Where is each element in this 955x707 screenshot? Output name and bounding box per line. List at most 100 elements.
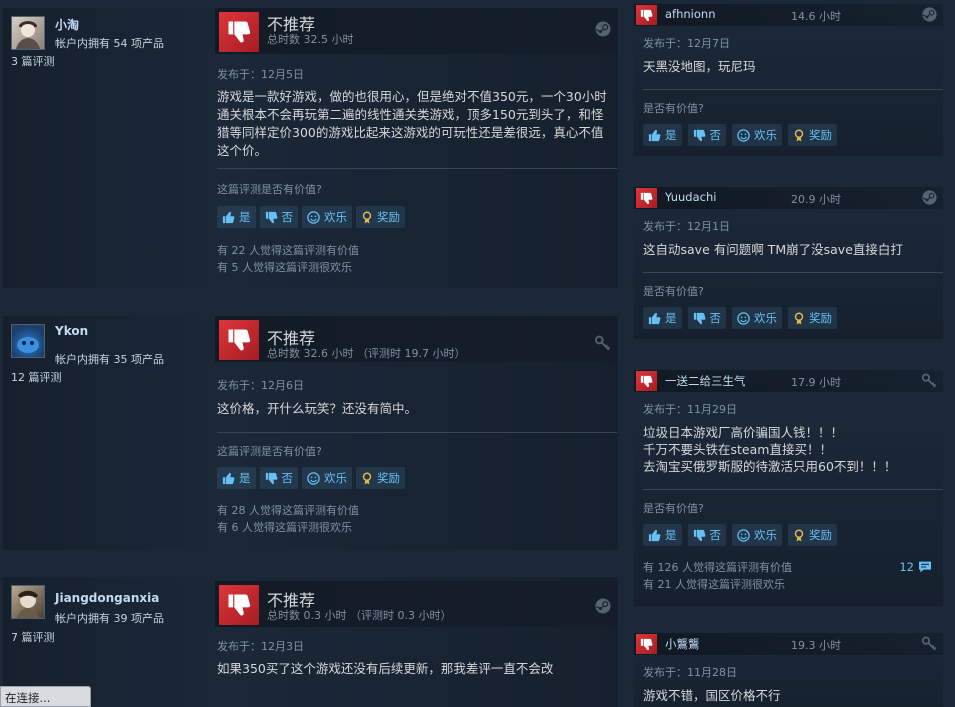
award-button[interactable]: 奖励 bbox=[788, 307, 837, 329]
thumb-up-icon bbox=[647, 311, 662, 326]
smile-icon bbox=[736, 528, 751, 543]
side-author-name[interactable]: 小鸗鸗 bbox=[665, 636, 700, 652]
avatar[interactable] bbox=[11, 16, 45, 50]
status-bar: 在连接... bbox=[0, 686, 91, 707]
helpful-count: 有 126 人觉得这篇评测有价值 bbox=[643, 561, 792, 574]
smile-icon bbox=[736, 128, 751, 143]
side-review-card: 一送二给三生气 17.9 小时 发布于：11月29日 垃圾日本游戏厂高价骗国人钱… bbox=[634, 370, 943, 606]
award-button[interactable]: 奖励 bbox=[356, 467, 405, 489]
vote-buttons: 是 否 欢乐 奖励 bbox=[643, 307, 837, 329]
posted-date: 发布于：12月3日 bbox=[217, 640, 304, 653]
author-name[interactable]: Jiangdonganxia bbox=[55, 591, 159, 605]
vote-yes-button[interactable]: 是 bbox=[217, 467, 256, 489]
vote-buttons: 是 否 欢乐 奖励 bbox=[643, 524, 837, 546]
vote-no-button[interactable]: 否 bbox=[687, 524, 726, 546]
smile-icon bbox=[736, 311, 751, 326]
helpful-question: 是否有价值? bbox=[643, 502, 704, 515]
helpful-question: 这篇评测是否有价值? bbox=[217, 183, 322, 196]
vote-funny-button[interactable]: 欢乐 bbox=[732, 307, 782, 329]
side-review-header[interactable]: afhnionn 14.6 小时 bbox=[634, 4, 943, 26]
thumb-down-icon bbox=[264, 471, 279, 486]
author-products[interactable]: 帐户内拥有 39 项产品 bbox=[55, 610, 164, 626]
vote-no-label: 否 bbox=[281, 471, 294, 485]
vote-funny-button[interactable]: 欢乐 bbox=[732, 524, 782, 546]
side-review-card: Yuudachi 20.9 小时 发布于：12月1日 这自动save 有问题啊 … bbox=[634, 187, 943, 339]
vote-funny-button[interactable]: 欢乐 bbox=[732, 124, 782, 146]
vote-no-button[interactable]: 否 bbox=[687, 307, 726, 329]
vote-funny-button[interactable]: 欢乐 bbox=[302, 467, 352, 489]
review-stats: 有 28 人觉得这篇评测有价值 有 6 人觉得这篇评测很欢乐 bbox=[217, 502, 359, 536]
helpful-question: 是否有价值? bbox=[643, 285, 704, 298]
thumb-up-icon bbox=[221, 210, 236, 225]
vote-no-label: 否 bbox=[709, 528, 722, 542]
divider bbox=[643, 272, 943, 273]
author-products[interactable]: 帐户内拥有 35 项产品 bbox=[55, 351, 164, 367]
author-review-count[interactable]: 3 篇评测 bbox=[11, 53, 55, 69]
vote-funny-label: 欢乐 bbox=[754, 311, 777, 325]
side-playtime: 19.3 小时 bbox=[791, 639, 841, 652]
helpful-count: 有 28 人觉得这篇评测有价值 bbox=[217, 504, 359, 517]
side-review-header[interactable]: Yuudachi 20.9 小时 bbox=[634, 187, 943, 209]
side-review-content: 游戏不错，国区价格不行 bbox=[643, 688, 781, 703]
author-review-count[interactable]: 12 篇评测 bbox=[11, 369, 62, 385]
smile-icon bbox=[306, 210, 321, 225]
thumb-down-icon bbox=[219, 320, 259, 360]
side-playtime: 14.6 小时 bbox=[791, 10, 841, 23]
author-review-count[interactable]: 7 篇评测 bbox=[11, 629, 55, 645]
author-name[interactable]: Ykon bbox=[55, 324, 88, 338]
vote-no-button[interactable]: 否 bbox=[259, 467, 298, 489]
side-review-header[interactable]: 一送二给三生气 17.9 小时 bbox=[634, 370, 943, 392]
review-card: Jiangdonganxia 帐户内拥有 39 项产品 7 篇评测 不推荐 总时… bbox=[3, 577, 618, 707]
side-review-content: 天黑没地图，玩尼玛 bbox=[643, 59, 756, 74]
vote-buttons: 是 否 欢乐 奖励 bbox=[217, 206, 405, 228]
funny-count: 有 21 人觉得这篇评测很欢乐 bbox=[643, 578, 785, 591]
vote-yes-label: 是 bbox=[665, 528, 677, 542]
vote-funny-label: 欢乐 bbox=[754, 128, 777, 142]
award-icon bbox=[360, 210, 374, 225]
thumb-down-icon bbox=[264, 210, 279, 225]
vote-header[interactable]: 不推荐 总时数 0.3 小时 （评测时 0.3 小时） bbox=[215, 581, 618, 627]
award-button[interactable]: 奖励 bbox=[788, 124, 837, 146]
review-card: Ykon 帐户内拥有 35 项产品 12 篇评测 不推荐 总时数 32.6 小时… bbox=[3, 316, 618, 550]
side-review-header[interactable]: 小鸗鸗 19.3 小时 bbox=[634, 633, 943, 655]
vote-yes-label: 是 bbox=[665, 128, 677, 142]
side-posted-date: 发布于：12月7日 bbox=[643, 37, 730, 50]
author-products[interactable]: 帐户内拥有 54 项产品 bbox=[55, 35, 164, 51]
vote-funny-label: 欢乐 bbox=[324, 471, 347, 485]
side-author-name[interactable]: Yuudachi bbox=[665, 190, 716, 204]
funny-count: 有 6 人觉得这篇评测很欢乐 bbox=[217, 521, 352, 534]
award-button[interactable]: 奖励 bbox=[788, 524, 837, 546]
avatar[interactable] bbox=[11, 324, 45, 358]
vote-header[interactable]: 不推荐 总时数 32.5 小时 bbox=[215, 8, 618, 54]
author-name[interactable]: 小淘 bbox=[55, 16, 79, 33]
side-author-name[interactable]: 一送二给三生气 bbox=[665, 373, 746, 389]
side-posted-date: 发布于：12月1日 bbox=[643, 220, 730, 233]
thumb-up-icon bbox=[647, 528, 662, 543]
vote-funny-button[interactable]: 欢乐 bbox=[302, 206, 352, 228]
posted-date: 发布于：12月5日 bbox=[217, 68, 304, 81]
key-icon bbox=[921, 372, 938, 389]
divider bbox=[643, 89, 943, 90]
vote-no-button[interactable]: 否 bbox=[259, 206, 298, 228]
comments-link[interactable]: 12 bbox=[899, 559, 933, 575]
side-author-name[interactable]: afhnionn bbox=[665, 7, 715, 21]
vote-yes-button[interactable]: 是 bbox=[643, 124, 682, 146]
vote-yes-button[interactable]: 是 bbox=[217, 206, 256, 228]
vote-no-button[interactable]: 否 bbox=[687, 124, 726, 146]
award-icon bbox=[792, 128, 806, 143]
vote-no-label: 否 bbox=[281, 210, 294, 224]
key-icon bbox=[594, 334, 612, 352]
vote-yes-label: 是 bbox=[665, 311, 677, 325]
avatar[interactable] bbox=[11, 585, 45, 619]
thumb-up-icon bbox=[647, 128, 662, 143]
side-playtime: 17.9 小时 bbox=[791, 376, 841, 389]
smile-icon bbox=[306, 471, 321, 486]
award-button[interactable]: 奖励 bbox=[356, 206, 405, 228]
vote-yes-button[interactable]: 是 bbox=[643, 524, 682, 546]
divider bbox=[217, 168, 617, 169]
vote-yes-label: 是 bbox=[239, 210, 251, 224]
vote-yes-button[interactable]: 是 bbox=[643, 307, 682, 329]
helpful-question: 是否有价值? bbox=[643, 102, 704, 115]
divider bbox=[217, 432, 617, 433]
vote-header[interactable]: 不推荐 总时数 32.6 小时 （评测时 19.7 小时） bbox=[215, 316, 618, 362]
